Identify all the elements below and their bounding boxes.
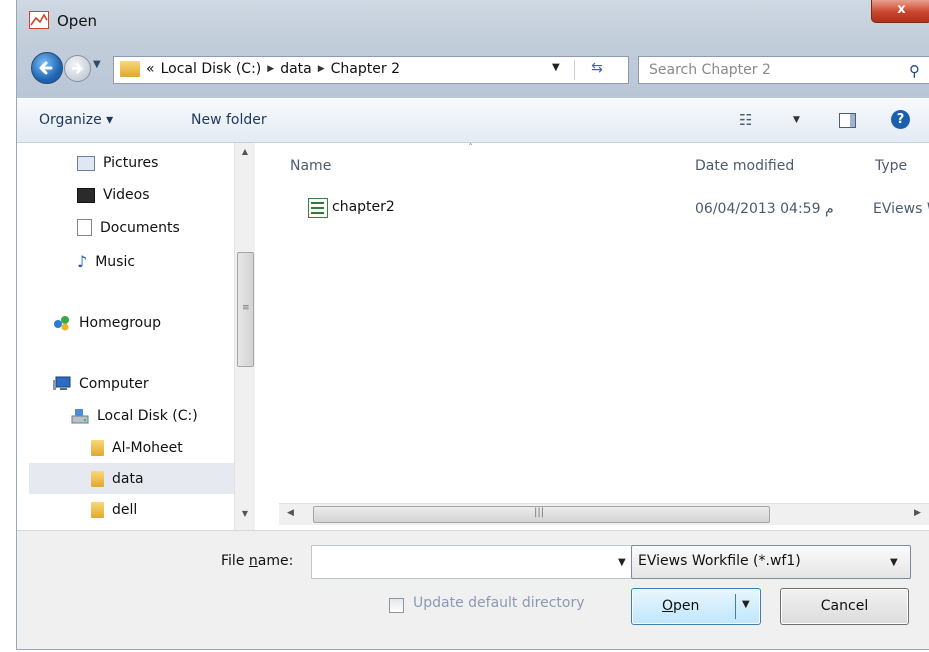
nav-item-computer[interactable]: Computer (53, 376, 149, 392)
nav-item-videos[interactable]: Videos (77, 187, 150, 203)
file-date-cell: 06/04/2013 04:59 م (695, 201, 834, 217)
scroll-thumb[interactable]: ||| (313, 506, 770, 523)
homegroup-icon (54, 316, 69, 331)
close-icon: x (897, 2, 906, 17)
cancel-button[interactable]: Cancel (780, 588, 909, 625)
nav-item-data[interactable]: data (91, 471, 144, 487)
nav-item-local-disk[interactable]: Local Disk (C:) (71, 408, 198, 424)
address-row: ▼ « Local Disk (C:) ▶ data ▶ Chapter 2 ▼… (17, 44, 929, 98)
computer-icon (53, 376, 71, 390)
views-icon[interactable]: ☷ (739, 111, 752, 129)
pictures-icon (77, 155, 95, 171)
breadcrumb-overflow[interactable]: « (146, 61, 155, 77)
drive-icon (71, 409, 89, 424)
breadcrumb-data[interactable]: data (280, 61, 312, 77)
documents-icon (77, 219, 92, 236)
workfile-icon (308, 198, 328, 218)
open-button[interactable]: Open ▼ (631, 588, 761, 625)
forward-button[interactable] (64, 55, 91, 82)
search-box[interactable]: Search Chapter 2 ⚲ (638, 56, 929, 84)
grip-icon: ||| (534, 507, 545, 518)
refresh-icon: ⇆ (591, 60, 603, 76)
recent-pages-dropdown[interactable]: ▼ (93, 59, 101, 70)
breadcrumb: « Local Disk (C:) ▶ data ▶ Chapter 2 (146, 61, 400, 77)
nav-item-dell[interactable]: dell (91, 502, 137, 518)
title-bar[interactable]: Open x (17, 0, 929, 44)
folder-icon (91, 471, 104, 487)
split-divider (735, 594, 736, 619)
file-name-label: File name: (221, 553, 294, 569)
nav-item-al-moheet[interactable]: Al-Moheet (91, 440, 183, 456)
scroll-thumb[interactable]: ≡ (237, 252, 254, 367)
grip-icon: ≡ (242, 303, 250, 313)
scroll-up-arrow-icon[interactable]: ▲ (235, 147, 255, 156)
organize-button[interactable]: Organize ▾ (39, 112, 113, 128)
views-dropdown[interactable]: ▼ (793, 115, 800, 125)
scroll-left-arrow-icon[interactable]: ◀ (287, 508, 294, 518)
sort-indicator-icon: ˆ (468, 143, 473, 154)
breadcrumb-chapter-2[interactable]: Chapter 2 (331, 61, 400, 77)
address-bar[interactable]: « Local Disk (C:) ▶ data ▶ Chapter 2 ▼ ⇆ (113, 56, 629, 84)
dialog-footer: File name: ▼ EViews Workfile (*.wf1) ▼ U… (17, 530, 929, 649)
open-options-dropdown[interactable]: ▼ (742, 599, 750, 610)
close-button[interactable]: x (871, 0, 929, 23)
file-name-cell: chapter2 (332, 199, 395, 215)
file-name-input[interactable]: ▼ (311, 545, 639, 579)
help-icon[interactable]: ? (891, 110, 910, 129)
open-dialog: Open x ▼ « Local Disk (C:) ▶ data ▶ Chap… (16, 0, 929, 650)
folder-icon (91, 502, 104, 518)
nav-item-homegroup[interactable]: Homegroup (53, 315, 161, 331)
preview-pane-icon[interactable] (839, 113, 856, 128)
open-button-label: Open (662, 598, 700, 614)
cancel-button-label: Cancel (820, 598, 869, 614)
nav-item-documents[interactable]: Documents (77, 219, 180, 236)
file-type-select[interactable]: EViews Workfile (*.wf1) ▼ (631, 545, 911, 579)
nav-item-pictures[interactable]: Pictures (77, 155, 158, 171)
scroll-right-arrow-icon[interactable]: ▶ (914, 508, 921, 518)
nav-vertical-scrollbar[interactable]: ▲ ≡ ▼ (234, 143, 255, 530)
back-arrow-icon (39, 61, 53, 75)
breadcrumb-separator[interactable]: ▶ (267, 64, 274, 74)
nav-item-music[interactable]: ♪ Music (77, 252, 135, 271)
column-header-date-modified[interactable]: Date modified (695, 158, 794, 174)
file-type-cell: EViews W (873, 201, 929, 217)
file-list: ˆ Name Date modified Type chapter2 06/04… (272, 143, 929, 530)
chevron-down-icon: ▼ (890, 557, 898, 568)
breadcrumb-separator[interactable]: ▶ (318, 64, 325, 74)
new-folder-button[interactable]: New folder (191, 112, 267, 128)
folder-icon (91, 440, 104, 456)
column-header-type[interactable]: Type (875, 158, 907, 174)
file-type-value: EViews Workfile (*.wf1) (638, 553, 801, 569)
column-header-name[interactable]: Name (290, 158, 331, 174)
file-horizontal-scrollbar[interactable]: ◀ ||| ▶ (279, 503, 929, 525)
music-icon: ♪ (77, 252, 88, 271)
update-directory-checkbox[interactable] (389, 598, 404, 613)
command-bar: Organize ▾ New folder ☷ ▼ ? (17, 99, 929, 143)
forward-arrow-icon (71, 63, 84, 74)
update-directory-label[interactable]: Update default directory (413, 595, 585, 611)
folder-icon (120, 61, 140, 77)
scroll-down-arrow-icon[interactable]: ▼ (235, 509, 255, 518)
breadcrumb-local-disk[interactable]: Local Disk (C:) (161, 61, 262, 77)
navigation-pane: Pictures Videos Documents ♪ Music Homegr… (17, 143, 272, 530)
videos-icon (77, 187, 95, 203)
refresh-button[interactable]: ⇆ (574, 60, 619, 80)
back-button[interactable] (31, 52, 63, 84)
table-row[interactable]: chapter2 06/04/2013 04:59 م EViews W (308, 198, 929, 222)
file-name-dropdown[interactable]: ▼ (618, 557, 626, 568)
window-title: Open (57, 12, 98, 30)
search-input[interactable]: Search Chapter 2 (649, 62, 771, 78)
address-dropdown[interactable]: ▼ (552, 62, 560, 73)
app-icon (29, 11, 49, 29)
search-icon[interactable]: ⚲ (909, 62, 920, 80)
